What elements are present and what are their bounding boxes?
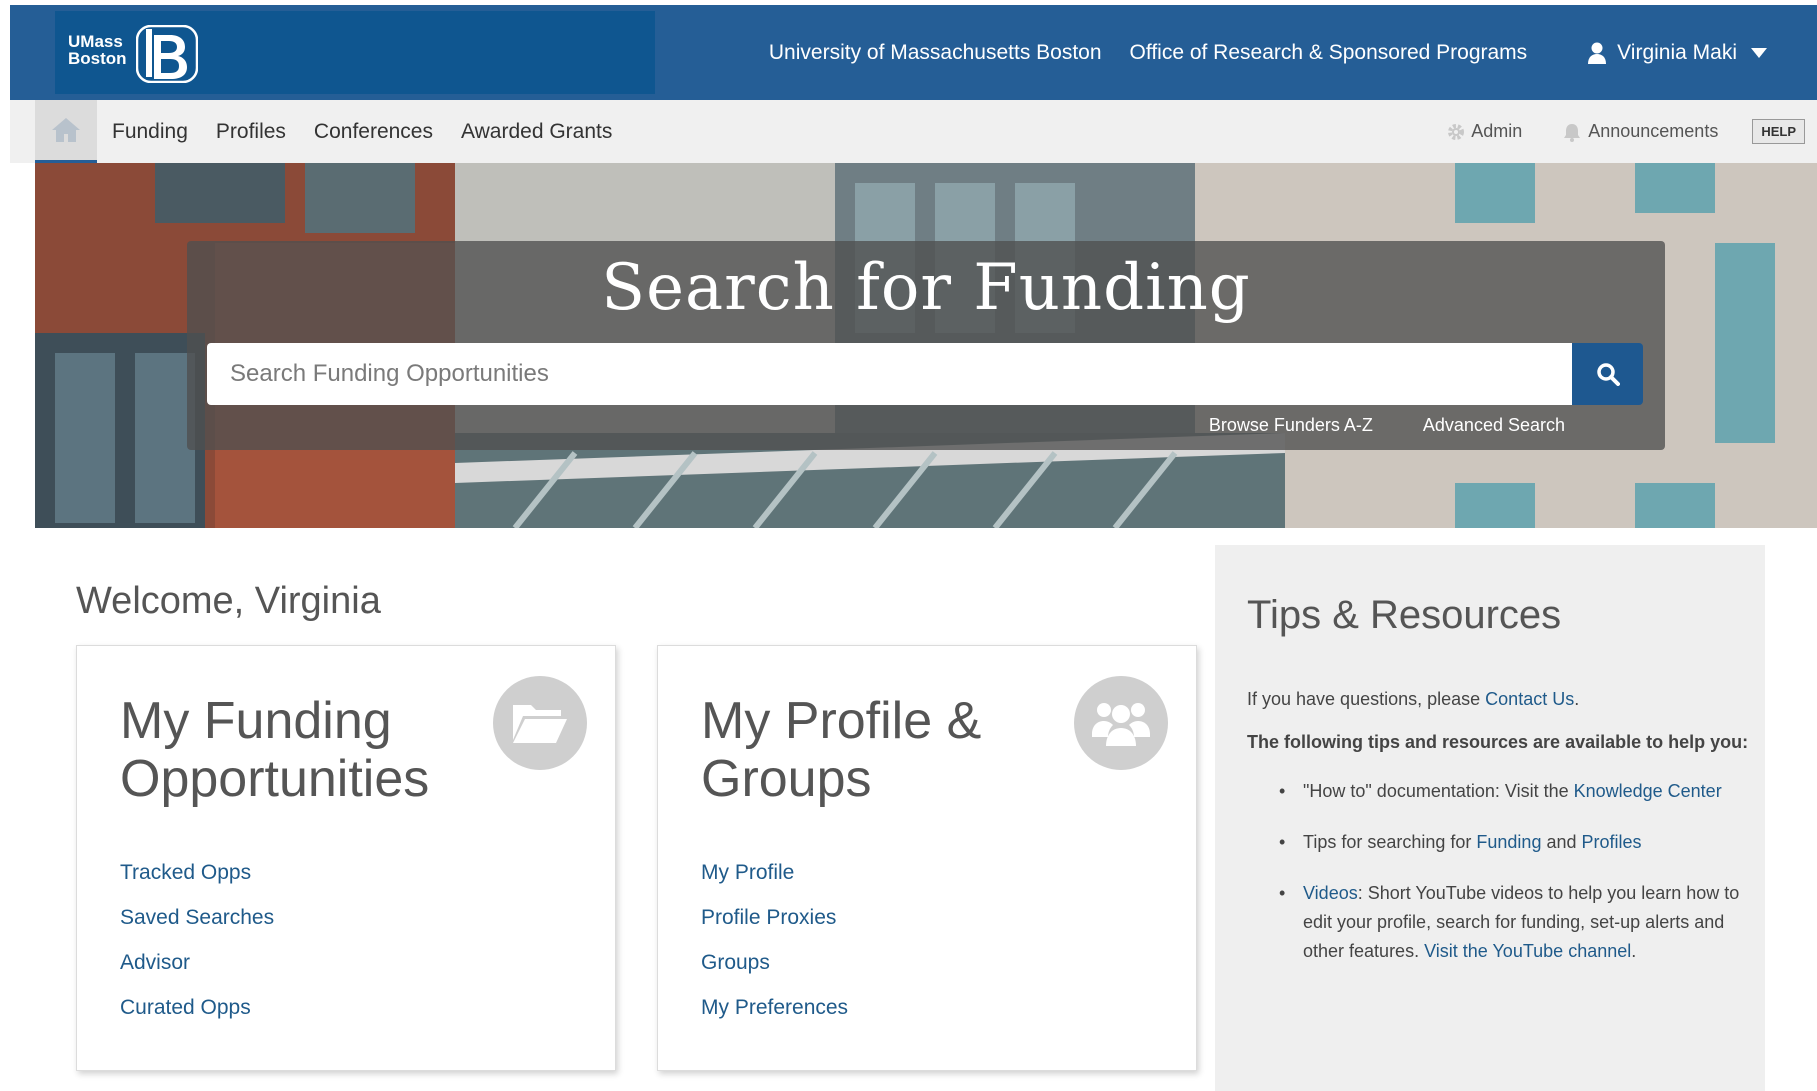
funding-search-input[interactable] <box>207 343 1572 405</box>
tips-body: If you have questions, please Contact Us… <box>1247 685 1757 988</box>
funding-card-title-line2: Opportunities <box>120 750 430 808</box>
tips-item-documentation: "How to" documentation: Visit the Knowle… <box>1279 777 1757 806</box>
tips-resources-panel: Tips & Resources If you have questions, … <box>1215 545 1765 1091</box>
nav-awarded-grants[interactable]: Awarded Grants <box>461 120 612 144</box>
funding-card-links: Tracked Opps Saved Searches Advisor Cura… <box>120 861 274 1041</box>
tips-item2-mid: and <box>1541 832 1582 852</box>
funding-tips-link[interactable]: Funding <box>1476 832 1541 852</box>
tips-item-searching: Tips for searching for Funding and Profi… <box>1279 828 1757 857</box>
top-header: UMass Boston University of Massachusetts… <box>10 5 1817 100</box>
tips-item3-end: . <box>1631 941 1637 961</box>
search-button[interactable] <box>1572 343 1643 405</box>
research-office-link[interactable]: Office of Research & Sponsored Programs <box>1130 41 1528 65</box>
funding-card-title: My Funding Opportunities <box>120 692 500 808</box>
hero-banner: Search for Funding Browse Funders A-Z Ad… <box>35 163 1817 528</box>
admin-label: Admin <box>1471 121 1523 141</box>
main-nav: Funding Profiles Conferences Awarded Gra… <box>10 100 1817 163</box>
youtube-channel-link[interactable]: Visit the YouTube channel <box>1424 941 1631 961</box>
advisor-link[interactable]: Advisor <box>120 951 274 975</box>
welcome-heading: Welcome, Virginia <box>76 580 381 622</box>
logo-text: UMass Boston <box>68 33 127 67</box>
logo-text-line1: UMass <box>68 32 123 51</box>
umass-boston-link[interactable]: University of Massachusetts Boston <box>769 41 1102 65</box>
browse-funders-link[interactable]: Browse Funders A-Z <box>1209 415 1373 436</box>
my-profile-link[interactable]: My Profile <box>701 861 848 885</box>
tips-item-videos: Videos: Short YouTube videos to help you… <box>1279 879 1757 966</box>
profiles-tips-link[interactable]: Profiles <box>1582 832 1642 852</box>
profile-card-links: My Profile Profile Proxies Groups My Pre… <box>701 861 848 1041</box>
tips-list: "How to" documentation: Visit the Knowle… <box>1279 777 1757 966</box>
search-title: Search for Funding <box>601 251 1251 325</box>
folder-open-icon <box>493 676 587 770</box>
umass-boston-logo[interactable]: UMass Boston <box>55 11 655 94</box>
profile-card-title-line2: Groups <box>701 750 872 808</box>
top-links: University of Massachusetts Boston Offic… <box>769 5 1817 100</box>
home-icon <box>52 118 80 142</box>
my-funding-card: My Funding Opportunities Tracked Opps Sa… <box>76 645 616 1071</box>
search-icon <box>1596 363 1620 386</box>
announcements-link[interactable]: Announcements <box>1562 121 1718 142</box>
nav-items: Funding Profiles Conferences Awarded Gra… <box>112 100 640 163</box>
admin-link[interactable]: Admin <box>1447 121 1522 142</box>
logo-text-line2: Boston <box>68 49 127 68</box>
tracked-opps-link[interactable]: Tracked Opps <box>120 861 274 885</box>
user-name: Virginia Maki <box>1617 40 1737 64</box>
home-tab[interactable] <box>35 100 97 163</box>
tips-item1-text: "How to" documentation: Visit the <box>1303 781 1574 801</box>
help-button[interactable]: HELP <box>1752 119 1805 144</box>
announcements-label: Announcements <box>1588 121 1719 141</box>
profile-card-title-line1: My Profile & <box>701 692 982 750</box>
chevron-down-icon <box>1751 47 1767 58</box>
curated-opps-link[interactable]: Curated Opps <box>120 996 274 1020</box>
logo-b-mark-icon <box>136 25 198 83</box>
tips-intro-end: . <box>1574 689 1580 709</box>
profile-proxies-link[interactable]: Profile Proxies <box>701 906 848 930</box>
saved-searches-link[interactable]: Saved Searches <box>120 906 274 930</box>
knowledge-center-link[interactable]: Knowledge Center <box>1574 781 1722 801</box>
my-profile-card: My Profile & Groups My Profile Profile P… <box>657 645 1197 1071</box>
users-group-icon <box>1074 676 1168 770</box>
advanced-search-link[interactable]: Advanced Search <box>1423 415 1565 436</box>
funding-card-title-line1: My Funding <box>120 692 392 750</box>
contact-us-link[interactable]: Contact Us <box>1485 689 1574 709</box>
nav-profiles[interactable]: Profiles <box>216 120 286 144</box>
nav-funding[interactable]: Funding <box>112 120 188 144</box>
bell-icon <box>1564 123 1581 142</box>
tips-intro: If you have questions, please Contact Us… <box>1247 685 1757 714</box>
nav-conferences[interactable]: Conferences <box>314 120 433 144</box>
user-menu[interactable]: Virginia Maki <box>1587 41 1777 65</box>
tips-intro-text: If you have questions, please <box>1247 689 1486 709</box>
groups-link[interactable]: Groups <box>701 951 848 975</box>
tips-item2-text: Tips for searching for <box>1303 832 1477 852</box>
search-panel: Search for Funding Browse Funders A-Z Ad… <box>187 241 1665 450</box>
profile-card-title: My Profile & Groups <box>701 692 1081 808</box>
gear-icon <box>1448 123 1465 140</box>
tips-lead: The following tips and resources are ava… <box>1247 732 1749 752</box>
my-preferences-link[interactable]: My Preferences <box>701 996 848 1020</box>
search-links: Browse Funders A-Z Advanced Search <box>1159 415 1565 436</box>
user-icon <box>1588 42 1607 64</box>
videos-link[interactable]: Videos <box>1303 883 1358 903</box>
tips-title: Tips & Resources <box>1247 593 1562 637</box>
nav-right: Admin Announcements HELP <box>1407 100 1805 163</box>
